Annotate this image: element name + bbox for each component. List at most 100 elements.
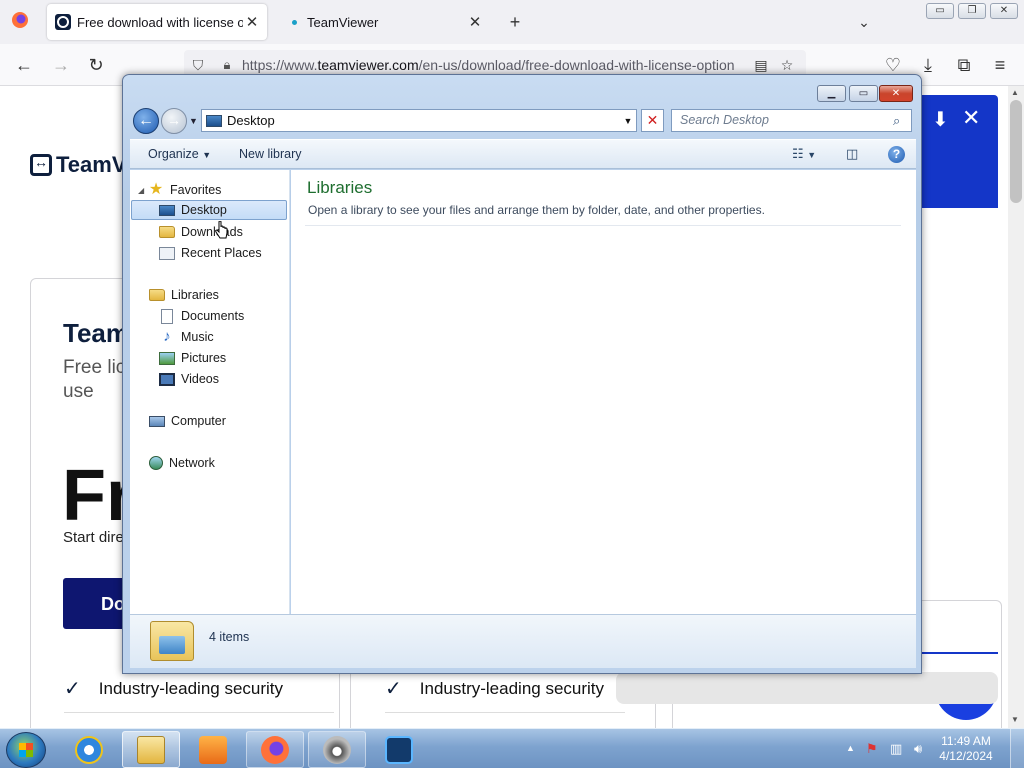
downloads-icon[interactable]: ⤓: [917, 54, 939, 76]
search-icon[interactable]: ⌕: [893, 113, 900, 129]
minimize-window-button[interactable]: ▭: [926, 3, 954, 19]
network-tray-icon[interactable]: ▥: [890, 741, 902, 757]
loading-dot-icon: [292, 19, 297, 25]
lock-icon[interactable]: 🔒︎: [212, 57, 242, 73]
music-icon: ♪: [163, 328, 171, 345]
teamviewer-logo-icon: [30, 154, 52, 176]
navigation-pane: ◢ ★ Favorites Desktop Downloads Recent P…: [130, 170, 290, 614]
nav-network[interactable]: Network: [149, 453, 215, 473]
logo-text: TeamV: [56, 152, 127, 177]
nav-item-downloads[interactable]: Downloads: [159, 222, 243, 242]
url-host: teamviewer.com: [317, 57, 419, 73]
libraries-description: Open a library to see your files and arr…: [308, 203, 765, 217]
nav-label: Documents: [181, 309, 245, 323]
taskbar-firefox[interactable]: [246, 731, 304, 768]
recent-pages-dropdown-icon[interactable]: ▼: [189, 116, 198, 126]
nav-favorites[interactable]: ◢ ★ Favorites: [138, 180, 221, 200]
tab-teamviewer-download[interactable]: Free download with license opt ✕: [47, 4, 267, 40]
address-bar[interactable]: Desktop ▼: [201, 109, 637, 132]
nav-item-pictures[interactable]: Pictures: [159, 348, 226, 368]
teamviewer-logo[interactable]: TeamV: [30, 152, 127, 178]
nav-label: Music: [181, 330, 214, 344]
taskbar-windows-explorer[interactable]: [122, 731, 180, 768]
close-window-button[interactable]: ✕: [990, 3, 1018, 19]
downloads-folder-icon: [159, 226, 175, 238]
network-icon: [149, 456, 163, 470]
start-text: Start dire: [63, 529, 124, 546]
tab-teamviewer[interactable]: TeamViewer ✕: [280, 4, 490, 40]
taskbar-internet-explorer[interactable]: [60, 731, 118, 768]
scroll-up-arrow-icon[interactable]: ▲: [1011, 88, 1019, 97]
forward-arrow-icon[interactable]: →: [50, 54, 72, 76]
nav-item-documents[interactable]: Documents: [159, 306, 244, 326]
divider: [64, 712, 334, 713]
start-button[interactable]: [6, 732, 46, 768]
divider: [385, 712, 625, 713]
nav-item-recent-places[interactable]: Recent Places: [159, 243, 262, 263]
help-icon[interactable]: ?: [888, 146, 905, 163]
back-arrow-icon[interactable]: ←: [13, 54, 35, 76]
media-player-icon: [199, 735, 227, 764]
reader-view-icon[interactable]: ▤: [748, 57, 774, 74]
search-input[interactable]: Search Desktop: [671, 109, 912, 132]
recent-places-icon: [159, 246, 175, 260]
close-tab-icon[interactable]: ✕: [466, 13, 484, 31]
nav-item-videos[interactable]: Videos: [159, 369, 219, 389]
new-tab-button[interactable]: +: [504, 11, 526, 33]
back-button[interactable]: ←: [133, 108, 159, 134]
taskbar: ▲ ⚑ ▥ 🔊︎ 11:49 AM 4/12/2024: [0, 728, 1024, 768]
content-pane: Libraries Open a library to see your fil…: [291, 170, 916, 614]
taskbar-media-player[interactable]: [184, 731, 242, 768]
hamburger-menu-icon[interactable]: ≡: [989, 54, 1011, 76]
nav-computer[interactable]: Computer: [149, 411, 226, 431]
url-path: /en-us/download/free-download-with-licen…: [418, 57, 735, 73]
scroll-down-arrow-icon[interactable]: ▼: [1011, 715, 1019, 724]
firefox-icon: [261, 735, 289, 764]
explorer-minimize-button[interactable]: ▁: [817, 85, 846, 102]
shield-icon: [385, 735, 413, 764]
explorer-close-button[interactable]: ✕: [879, 85, 913, 102]
nav-item-desktop[interactable]: Desktop: [131, 200, 287, 220]
action-center-flag-icon[interactable]: ⚑: [866, 741, 878, 757]
organize-label: Organize: [148, 147, 199, 161]
check-icon: ✓: [385, 678, 402, 700]
url-prefix: https://www.: [242, 57, 318, 73]
volume-icon[interactable]: 🔊︎: [914, 741, 922, 757]
show-hidden-icons-arrow-icon[interactable]: ▲: [846, 743, 855, 753]
address-dropdown-icon[interactable]: ▼: [620, 116, 636, 126]
pocket-icon[interactable]: ♡: [882, 54, 904, 76]
bookmark-star-icon[interactable]: ☆: [774, 57, 800, 74]
nav-label: Computer: [171, 414, 226, 428]
preview-pane-icon[interactable]: ◫: [846, 146, 858, 162]
feature-item: ✓ Industry-leading security: [64, 676, 283, 701]
extensions-icon[interactable]: ⧉: [953, 54, 975, 76]
close-tab-icon[interactable]: ✕: [243, 13, 261, 31]
folder-icon: [137, 735, 165, 764]
taskbar-vpn-app[interactable]: [370, 731, 428, 768]
shield-icon[interactable]: ⛉: [184, 57, 212, 74]
list-all-tabs-icon[interactable]: ⌄: [853, 11, 875, 33]
clock-date: 4/12/2024: [939, 749, 993, 763]
close-banner-icon[interactable]: ✕: [962, 105, 980, 131]
system-clock[interactable]: 11:49 AM 4/12/2024: [936, 734, 996, 764]
nav-label: Network: [169, 456, 215, 470]
forward-button[interactable]: →: [161, 108, 187, 134]
taskbar-raccoon-app[interactable]: [308, 731, 366, 768]
change-view-icon[interactable]: ☷ ▼: [792, 146, 816, 162]
firefox-menu-icon[interactable]: [10, 11, 30, 34]
nav-item-music[interactable]: ♪ Music: [159, 327, 214, 347]
card-title: Team: [63, 318, 129, 348]
notification-toast: [616, 672, 998, 704]
tab-title: TeamViewer: [307, 14, 379, 30]
nav-libraries[interactable]: Libraries: [149, 285, 219, 305]
stop-refresh-button[interactable]: ✕: [641, 109, 664, 132]
new-library-button[interactable]: New library: [239, 147, 302, 161]
organize-menu[interactable]: Organize ▼: [148, 147, 211, 161]
page-scrollbar-thumb[interactable]: [1010, 100, 1022, 203]
show-desktop-button[interactable]: [1010, 729, 1024, 768]
reload-icon[interactable]: ↻: [85, 54, 107, 76]
explorer-maximize-button[interactable]: ▭: [849, 85, 878, 102]
restore-window-button[interactable]: ❐: [958, 3, 986, 19]
download-icon[interactable]: ⬇: [932, 107, 949, 132]
collapse-arrow-icon[interactable]: ◢: [138, 186, 148, 195]
